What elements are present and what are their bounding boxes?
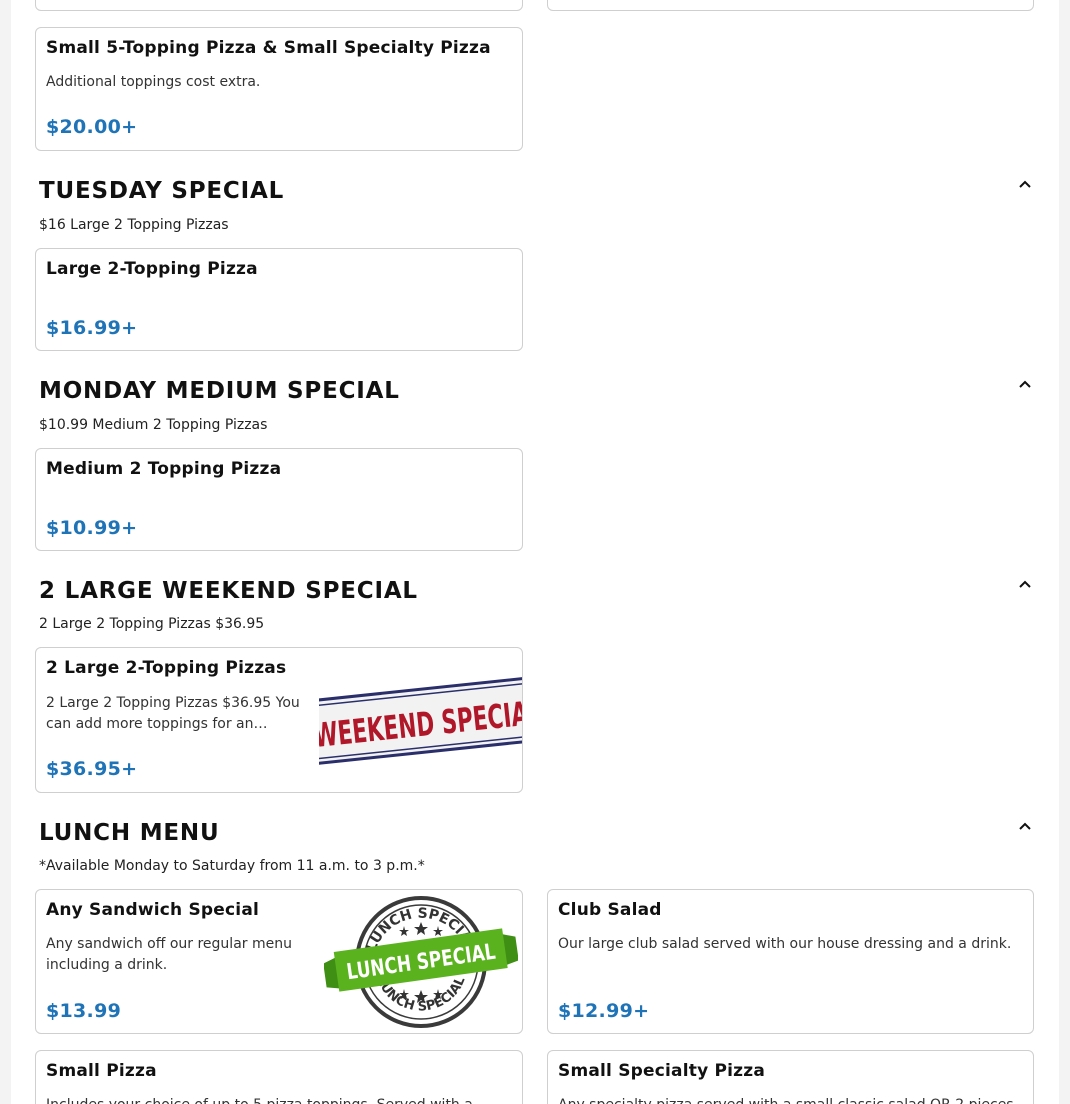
chevron-up-icon[interactable] xyxy=(1017,820,1033,832)
menu-item-price: $36.95+ xyxy=(46,758,138,780)
section-title: 2 LARGE WEEKEND SPECIAL xyxy=(39,578,418,604)
menu-item-description: 2 Large 2 Topping Pizzas $36.95 You xyxy=(46,695,300,711)
menu-item-description: Any sandwich off our regular menu xyxy=(46,936,292,952)
menu-item-description: including a drink. xyxy=(46,957,168,973)
menu-item-title: Small Specialty Pizza xyxy=(558,1061,766,1081)
menu-item-description: Includes your choice of up to 5 pizza to… xyxy=(46,1095,473,1104)
menu-item-price: $13.99 xyxy=(46,1000,122,1022)
section-subtitle: $10.99 Medium 2 Topping Pizzas xyxy=(39,417,268,433)
menu-item-card[interactable]: Medium 2 Topping Pizza $10.99+ xyxy=(35,448,523,551)
menu-item-card-partial[interactable] xyxy=(547,0,1034,11)
menu-item-title: Medium 2 Topping Pizza xyxy=(46,459,282,479)
menu-item-card[interactable]: Large 2-Topping Pizza $16.99+ xyxy=(35,248,523,351)
section-subtitle: 2 Large 2 Topping Pizzas $36.95 xyxy=(39,616,265,632)
section-title: TUESDAY SPECIAL xyxy=(39,178,285,204)
menu-item-price: $12.99+ xyxy=(558,1000,650,1022)
section-subtitle: *Available Monday to Saturday from 11 a.… xyxy=(39,858,425,874)
menu-item-description: Additional toppings cost extra. xyxy=(46,74,261,90)
lunch-special-badge-image: LUNCH SPECIAL LUNCH SPECIAL xyxy=(323,894,519,1030)
menu-item-card-partial[interactable] xyxy=(35,0,523,11)
menu-item-card[interactable]: 2 Large 2-Topping Pizzas 2 Large 2 Toppi… xyxy=(35,647,523,793)
menu-item-card[interactable]: Any Sandwich Special Any sandwich off ou… xyxy=(35,889,523,1034)
weekend-special-image: WEEKEND SPECIA xyxy=(306,668,522,774)
menu-page: Small 5-Topping Pizza & Small Specialty … xyxy=(11,0,1059,1104)
chevron-up-icon[interactable] xyxy=(1017,178,1033,190)
menu-item-card[interactable]: Small 5-Topping Pizza & Small Specialty … xyxy=(35,27,523,151)
section-subtitle: $16 Large 2 Topping Pizzas xyxy=(39,217,229,233)
menu-item-price: $20.00+ xyxy=(46,116,138,138)
menu-item-description: can add more toppings for an… xyxy=(46,716,268,732)
menu-item-card[interactable]: Small Specialty Pizza Any specialty pizz… xyxy=(547,1050,1034,1104)
chevron-up-icon[interactable] xyxy=(1017,378,1033,390)
menu-item-description: Our large club salad served with our hou… xyxy=(558,936,1012,952)
section-title: LUNCH MENU xyxy=(39,820,220,846)
menu-item-card[interactable]: Club Salad Our large club salad served w… xyxy=(547,889,1034,1034)
menu-item-title: Large 2-Topping Pizza xyxy=(46,259,258,279)
menu-item-price: $16.99+ xyxy=(46,317,138,339)
menu-item-description: Any specialty pizza served with a small … xyxy=(558,1095,1014,1104)
menu-item-title: Club Salad xyxy=(558,900,662,920)
menu-item-title: Any Sandwich Special xyxy=(46,900,260,920)
menu-item-title: Small Pizza xyxy=(46,1061,157,1081)
menu-item-title: Small 5-Topping Pizza & Small Specialty … xyxy=(46,38,491,58)
menu-item-price: $10.99+ xyxy=(46,517,138,539)
menu-item-title: 2 Large 2-Topping Pizzas xyxy=(46,658,287,678)
section-title: MONDAY MEDIUM SPECIAL xyxy=(39,378,400,404)
chevron-up-icon[interactable] xyxy=(1017,578,1033,590)
menu-item-card[interactable]: Small Pizza Includes your choice of up t… xyxy=(35,1050,523,1104)
